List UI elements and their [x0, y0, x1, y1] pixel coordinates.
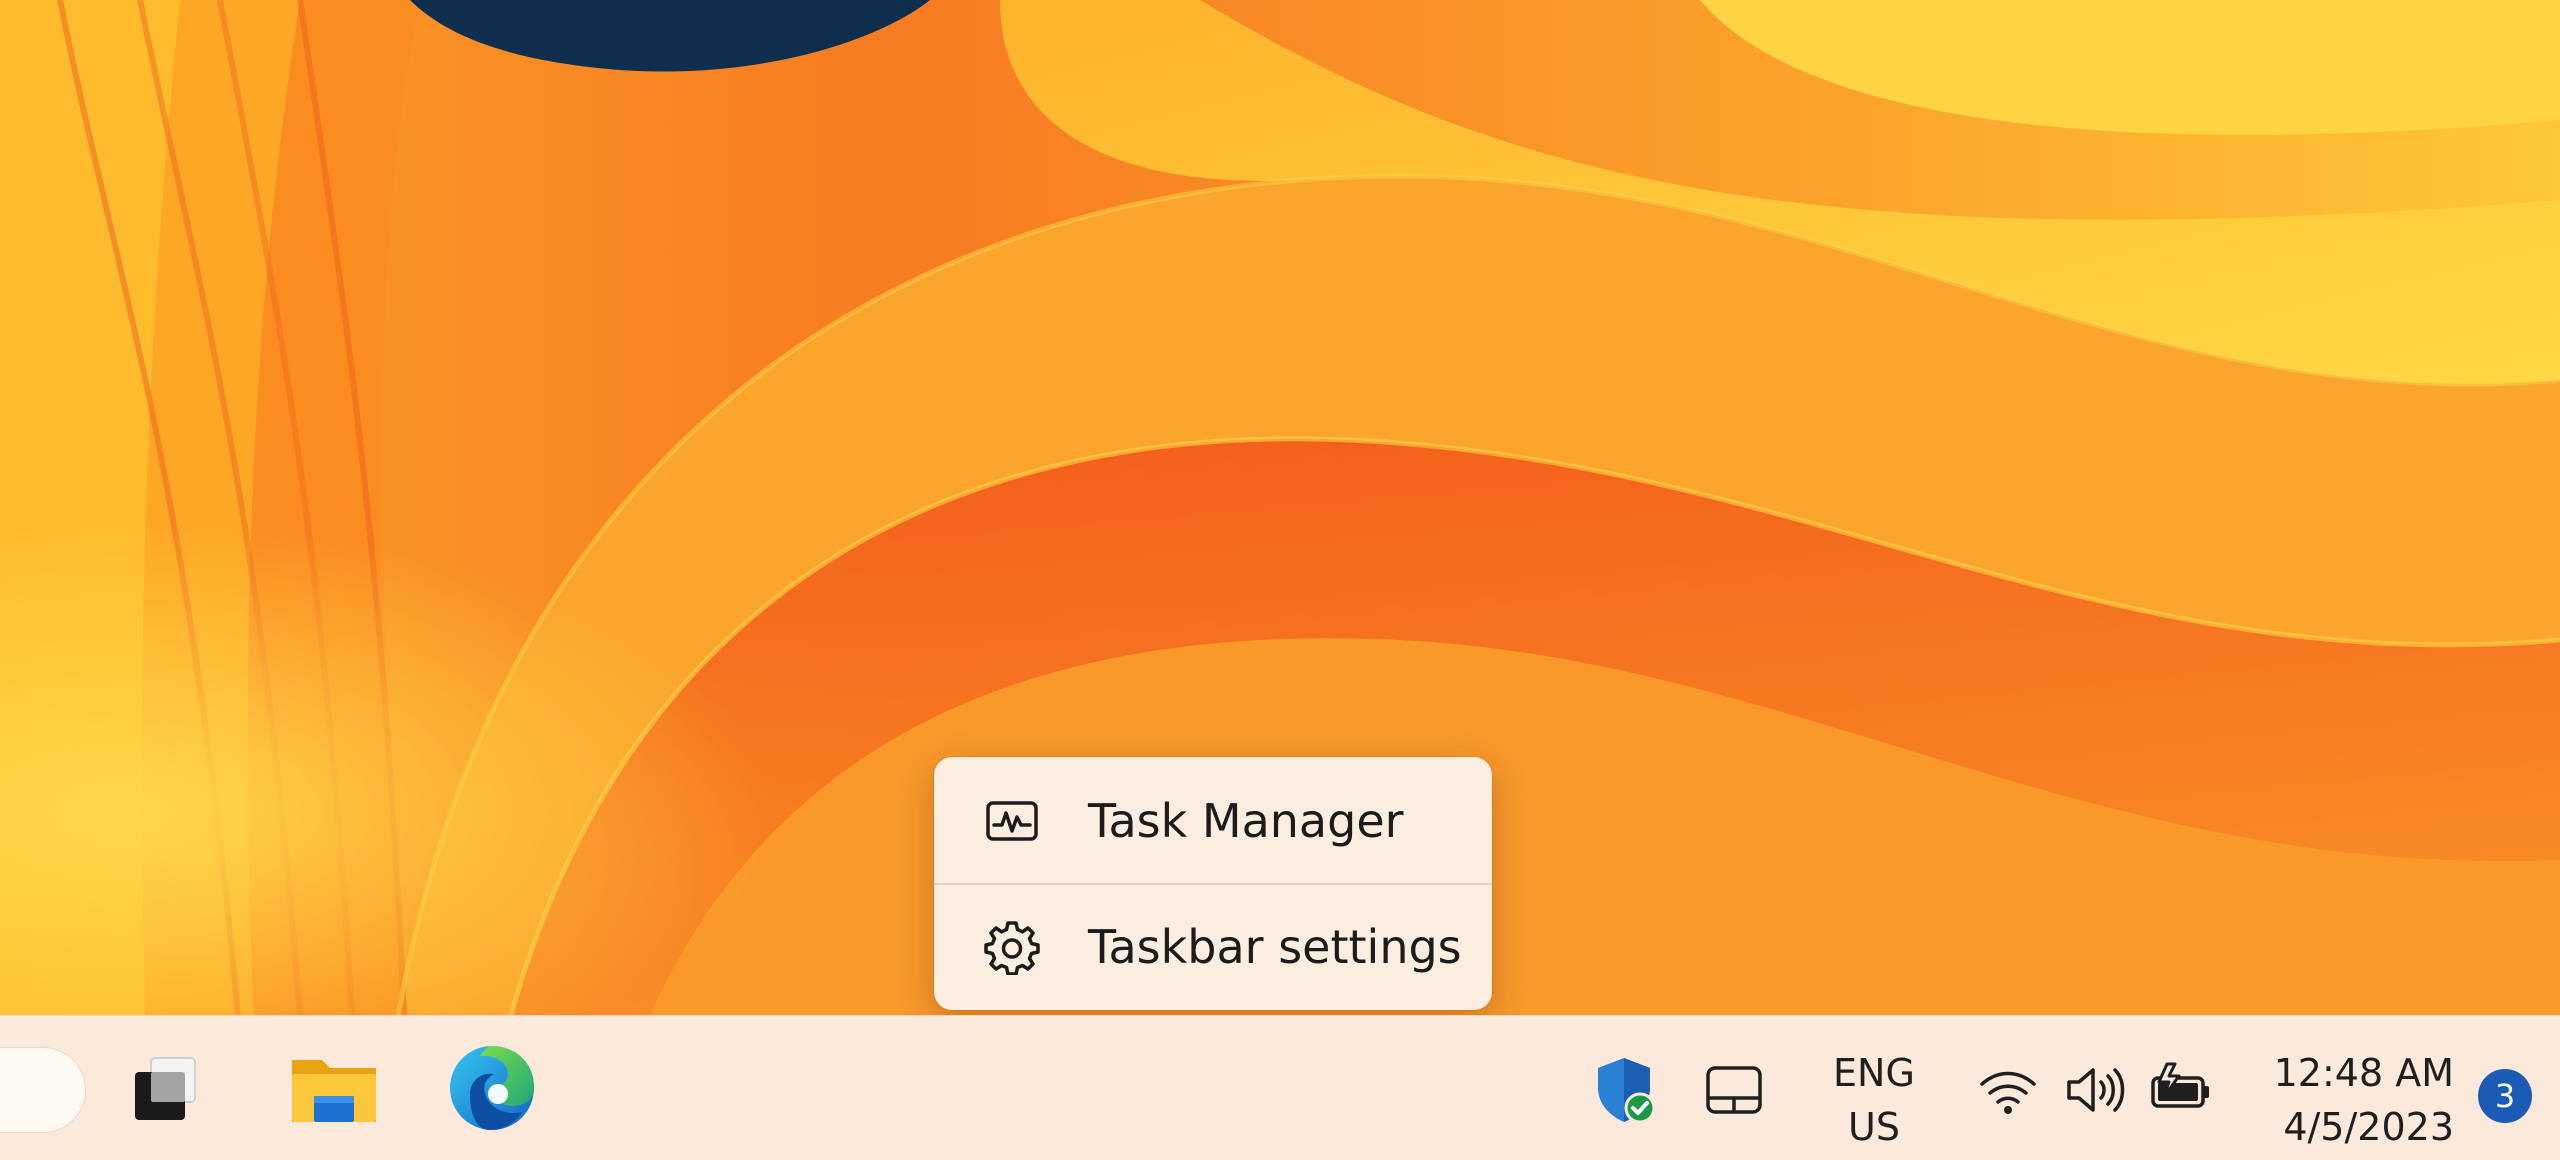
- windows-security-icon: [1598, 1058, 1656, 1124]
- task-view-button[interactable]: [117, 1038, 217, 1138]
- task-manager-icon: [986, 801, 1038, 841]
- touchpad-icon: [1706, 1066, 1762, 1114]
- battery-button[interactable]: [2145, 1054, 2217, 1126]
- keyboard-layout: US: [1848, 1105, 1900, 1149]
- menu-item-label: Taskbar settings: [1088, 920, 1462, 974]
- clock-date: 4/5/2023: [2283, 1105, 2454, 1149]
- menu-item-label: Task Manager: [1088, 794, 1404, 848]
- file-explorer-icon: [292, 1060, 376, 1122]
- network-button[interactable]: [1972, 1054, 2044, 1126]
- notification-badge[interactable]: 3: [2478, 1069, 2532, 1123]
- battery-charging-icon: [2151, 1062, 2209, 1108]
- clock-time: 12:48 AM: [2273, 1051, 2454, 1095]
- clock[interactable]: 12:48 AM 4/5/2023: [2254, 1046, 2454, 1154]
- search-box[interactable]: [0, 1048, 85, 1132]
- language-indicator[interactable]: ENG US: [1818, 1046, 1930, 1154]
- gear-icon: [984, 921, 1040, 975]
- volume-button[interactable]: [2059, 1054, 2131, 1126]
- taskbar-context-menu: Task Manager Taskbar settings: [934, 757, 1492, 1010]
- taskbar[interactable]: ENG US 12:48 AM 4/5/2023 3: [0, 1015, 2560, 1160]
- menu-item-task-manager[interactable]: Task Manager: [934, 759, 1492, 883]
- edge-icon: [450, 1046, 535, 1130]
- desktop[interactable]: Task Manager Taskbar settings ENG US 12:…: [0, 0, 2560, 1160]
- volume-icon: [2067, 1068, 2125, 1112]
- touchpad-button[interactable]: [1698, 1054, 1770, 1126]
- menu-item-taskbar-settings[interactable]: Taskbar settings: [934, 885, 1492, 1009]
- task-view-icon: [135, 1057, 196, 1120]
- edge-button[interactable]: [442, 1038, 542, 1138]
- language-code: ENG: [1833, 1051, 1915, 1095]
- windows-security-button[interactable]: [1588, 1054, 1660, 1126]
- wifi-icon: [1980, 1071, 2036, 1114]
- file-explorer-button[interactable]: [284, 1038, 384, 1138]
